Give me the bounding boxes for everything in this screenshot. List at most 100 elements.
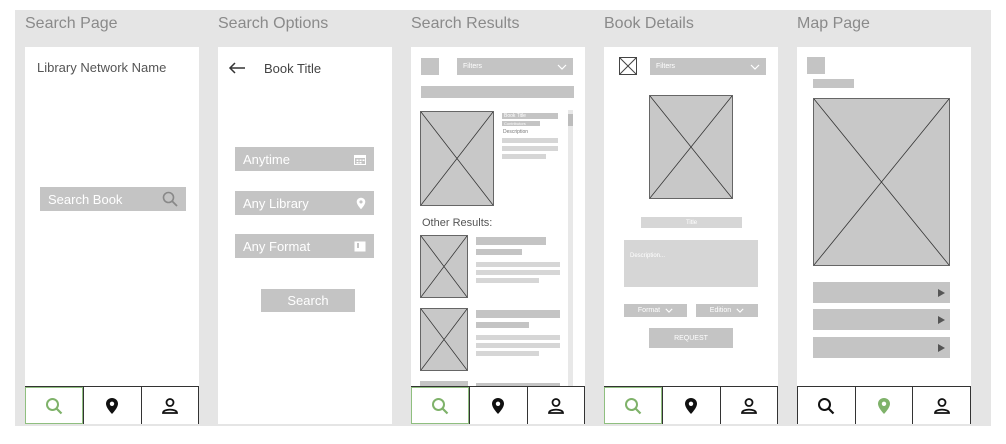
search-button[interactable]: Search (261, 289, 355, 312)
text-line (476, 262, 560, 267)
bottom-nav (604, 386, 778, 424)
book-title-bar: Title (641, 217, 742, 228)
format-label: Format (637, 307, 661, 314)
map-image[interactable] (813, 98, 950, 266)
menu-square-icon[interactable] (807, 57, 825, 74)
filters-label: Filters (656, 63, 676, 70)
user-icon (933, 397, 950, 414)
book-title-heading: Book Title (264, 61, 322, 76)
scrollbar-thumb[interactable] (568, 114, 573, 126)
nav-map-button[interactable] (83, 387, 141, 424)
text-line (502, 154, 546, 159)
filters-label: Filters (463, 63, 483, 70)
search-page-screen: Library Network Name Search Book (25, 47, 199, 424)
menu-square-icon[interactable] (421, 58, 439, 75)
format-dropdown[interactable]: Format (624, 304, 687, 317)
library-list-item[interactable] (813, 337, 950, 358)
nav-search-button[interactable] (797, 387, 855, 424)
map-page-screen (797, 47, 972, 424)
any-format-field[interactable]: Any Format (235, 234, 374, 258)
location-pin-icon (878, 397, 890, 414)
search-icon (625, 397, 642, 414)
text-line (476, 249, 522, 255)
panel-title-search-page: Search Page (25, 15, 118, 32)
back-arrow-icon[interactable] (228, 62, 246, 74)
search-icon (432, 397, 449, 414)
filters-dropdown[interactable]: Filters (650, 58, 766, 75)
result-thumbnail[interactable] (420, 308, 468, 371)
result-subtitle: Contributors (504, 121, 526, 126)
chevron-down-icon (665, 308, 673, 313)
anytime-label: Anytime (243, 151, 290, 167)
location-pin-icon (685, 397, 698, 414)
any-library-label: Any Library (243, 195, 309, 211)
search-options-screen: Book Title Anytime Any Library Any Forma… (218, 47, 392, 424)
text-line (476, 310, 560, 318)
panel-title-search-options: Search Options (218, 15, 329, 32)
search-results-screen: Filters Book Title Contributors Descript… (411, 47, 585, 424)
wireframe-board: Search Page Search Options Search Result… (15, 10, 991, 426)
search-icon (46, 397, 63, 414)
result-subtitle-bar: Contributors (502, 121, 540, 126)
anytime-field[interactable]: Anytime (235, 147, 374, 171)
chevron-down-icon (750, 64, 760, 70)
book-details-screen: Filters Title Description... Format Edit… (604, 47, 778, 424)
chevron-down-icon (736, 308, 744, 313)
other-results-label: Other Results: (422, 217, 493, 229)
location-pin-icon (106, 397, 119, 414)
library-network-name: Library Network Name (37, 60, 167, 75)
nav-profile-button[interactable] (526, 387, 585, 424)
search-book-placeholder: Search Book (48, 191, 123, 207)
description-box: Description... (624, 240, 758, 287)
bottom-nav (25, 386, 199, 424)
book-cover-image (649, 95, 733, 199)
play-arrow-icon (938, 288, 945, 297)
text-line (476, 322, 529, 328)
book-title: Title (685, 219, 698, 226)
panel-title-book-details: Book Details (604, 15, 694, 32)
play-arrow-icon (938, 343, 945, 352)
filters-dropdown[interactable]: Filters (457, 58, 573, 75)
text-line (502, 146, 558, 151)
nav-profile-button[interactable] (912, 387, 972, 424)
calendar-icon (354, 154, 366, 165)
close-icon[interactable] (619, 57, 637, 75)
scrollbar-track[interactable] (568, 110, 573, 410)
nav-search-button[interactable] (604, 387, 663, 424)
request-button[interactable]: REQUEST (649, 328, 733, 348)
nav-search-button[interactable] (25, 387, 84, 424)
search-book-input[interactable]: Search Book (40, 187, 186, 211)
any-library-field[interactable]: Any Library (235, 191, 374, 215)
library-list-item[interactable] (813, 282, 950, 303)
search-bar-placeholder[interactable] (421, 86, 574, 98)
nav-map-button[interactable] (469, 387, 527, 424)
nav-map-button[interactable] (854, 387, 913, 424)
bottom-nav (411, 386, 585, 424)
book-cover-image[interactable] (420, 111, 494, 206)
text-line (476, 237, 546, 245)
library-list-item[interactable] (813, 309, 950, 330)
nav-profile-button[interactable] (140, 387, 199, 424)
request-label: REQUEST (674, 334, 708, 342)
user-icon (547, 397, 564, 414)
result-title: Book Title (504, 113, 526, 119)
any-format-label: Any Format (243, 238, 311, 254)
text-line (476, 278, 539, 283)
result-thumbnail[interactable] (420, 235, 468, 298)
edition-dropdown[interactable]: Edition (696, 304, 758, 317)
search-icon (818, 397, 835, 414)
book-format-icon (354, 241, 366, 251)
edition-label: Edition (709, 307, 732, 314)
text-line (476, 351, 539, 356)
nav-search-button[interactable] (411, 387, 470, 424)
nav-map-button[interactable] (662, 387, 720, 424)
search-icon (162, 191, 178, 207)
result-description: Description (503, 129, 529, 135)
nav-profile-button[interactable] (719, 387, 778, 424)
text-line (476, 343, 560, 348)
location-pin-icon (492, 397, 505, 414)
user-icon (740, 397, 757, 414)
text-line (502, 138, 558, 143)
result-title-bar: Book Title (502, 113, 558, 119)
header-text-placeholder (813, 79, 854, 88)
